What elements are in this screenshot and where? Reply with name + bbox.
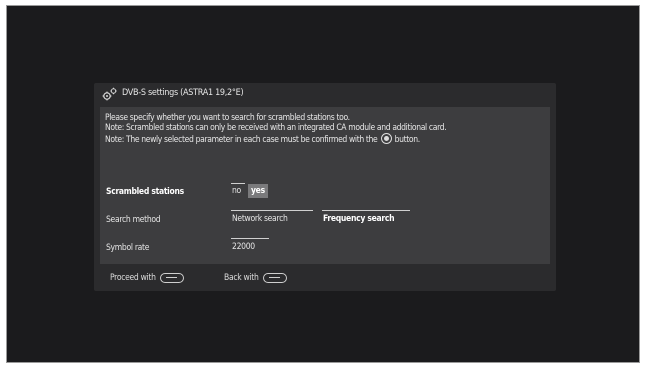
back-label: Back with [224,273,259,283]
symbol-rate-value[interactable]: 22000 [229,240,258,254]
dialog-content: Please specify whether you want to searc… [100,107,550,264]
tv-screen: DVB-S settings (ASTRA1 19,2°E) Please sp… [6,5,640,363]
info-text: Please specify whether you want to searc… [105,113,545,145]
option-underline [322,210,410,211]
search-method-network[interactable]: Network search [229,212,291,226]
info-line-2: Note: Scrambled stations can only be rec… [105,123,447,133]
search-method-label: Search method [106,215,161,225]
dialog-footer: Proceed with Back with [94,271,556,289]
dvbs-settings-dialog: DVB-S settings (ASTRA1 19,2°E) Please sp… [94,83,556,291]
scrambled-option-no[interactable]: no [229,184,244,198]
info-line-3-text-a: Note: The newly selected parameter in ea… [105,135,378,145]
option-underline [231,238,269,239]
ok-button-icon [380,133,392,144]
dialog-title: DVB-S settings (ASTRA1 19,2°E) [122,88,244,98]
scrambled-stations-label: Scrambled stations [106,187,184,197]
back-key-icon [262,273,287,283]
dialog-title-bar: DVB-S settings (ASTRA1 19,2°E) [94,83,556,105]
info-line-3: Note: The newly selected parameter in ea… [105,133,545,145]
search-method-frequency[interactable]: Frequency search [320,212,397,226]
info-line-3-text-b: button. [394,135,421,145]
option-underline [231,210,313,211]
info-line-1: Please specify whether you want to searc… [105,113,350,123]
proceed-key-icon [159,273,184,283]
symbol-rate-label: Symbol rate [106,243,150,253]
gear-icon [102,87,117,101]
proceed-label: Proceed with [110,273,156,283]
proceed-hint[interactable]: Proceed with [110,273,184,283]
back-hint[interactable]: Back with [224,273,287,283]
scrambled-option-yes[interactable]: yes [248,184,268,198]
